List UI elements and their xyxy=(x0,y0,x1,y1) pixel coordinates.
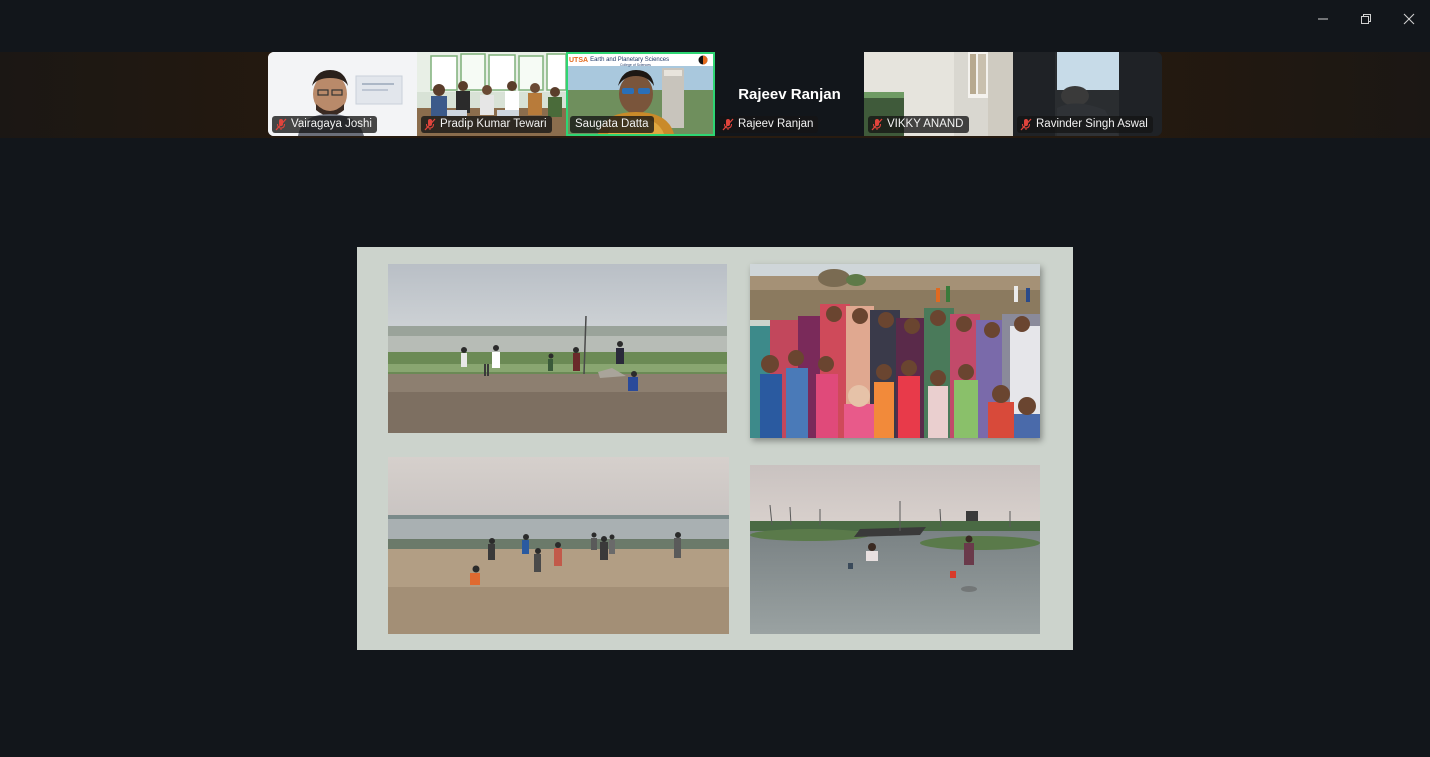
participant-strip: Vairagaya Joshi Pradip Kumar Tewari UTSA… xyxy=(268,52,1162,136)
participant-tile-video-off[interactable]: Rajeev Ranjan Rajeev Ranjan xyxy=(715,52,864,136)
cricket-on-riverbank-photo xyxy=(388,264,727,433)
participant-tile[interactable]: Pradip Kumar Tewari xyxy=(417,52,566,136)
participant-name-tag: Vairagaya Joshi xyxy=(272,116,377,133)
participant-name: Pradip Kumar Tewari xyxy=(440,118,547,130)
microphone-muted-icon xyxy=(722,118,734,131)
participant-tile[interactable]: Vairagaya Joshi xyxy=(268,52,417,136)
village-women-and-children-photo xyxy=(750,264,1040,438)
microphone-muted-icon xyxy=(871,118,883,131)
minimize-button[interactable] xyxy=(1301,0,1344,38)
participant-name: Vairagaya Joshi xyxy=(291,118,372,130)
participant-name-tag: VIKKY ANAND xyxy=(868,116,969,133)
children-on-beach-photo xyxy=(388,457,729,634)
participant-name: Ravinder Singh Aswal xyxy=(1036,118,1148,130)
participant-name: Rajeev Ranjan xyxy=(738,118,814,130)
participant-tile-active-speaker[interactable]: UTSA Earth and Planetary Sciences Colleg… xyxy=(566,52,715,136)
participant-name-tag: Ravinder Singh Aswal xyxy=(1017,116,1153,133)
wading-in-shallow-water-photo xyxy=(750,465,1040,634)
participant-display-name: Rajeev Ranjan xyxy=(738,86,841,103)
microphone-muted-icon xyxy=(1020,118,1032,131)
participant-name: VIKKY ANAND xyxy=(887,118,964,130)
microphone-muted-icon xyxy=(275,118,287,131)
meeting-window: Vairagaya Joshi Pradip Kumar Tewari UTSA… xyxy=(0,0,1430,757)
participant-name: Saugata Datta xyxy=(575,118,649,130)
background-brand: UTSA xyxy=(569,56,589,64)
close-button[interactable] xyxy=(1387,0,1430,38)
microphone-muted-icon xyxy=(424,118,436,131)
window-controls xyxy=(1301,0,1430,38)
participant-tile[interactable]: VIKKY ANAND xyxy=(864,52,1013,136)
restore-button[interactable] xyxy=(1344,0,1387,38)
participant-name-tag: Rajeev Ranjan xyxy=(719,116,819,133)
participant-name-tag: Pradip Kumar Tewari xyxy=(421,116,552,133)
restore-icon xyxy=(1360,14,1371,24)
shared-screen-slide xyxy=(357,247,1073,650)
participant-name-tag: Saugata Datta xyxy=(570,116,654,133)
logo-icon xyxy=(698,55,708,65)
minimize-icon xyxy=(1317,18,1328,20)
participant-tile[interactable]: Ravinder Singh Aswal xyxy=(1013,52,1162,136)
background-college: College of Sciences xyxy=(620,63,651,67)
close-icon xyxy=(1403,13,1414,25)
